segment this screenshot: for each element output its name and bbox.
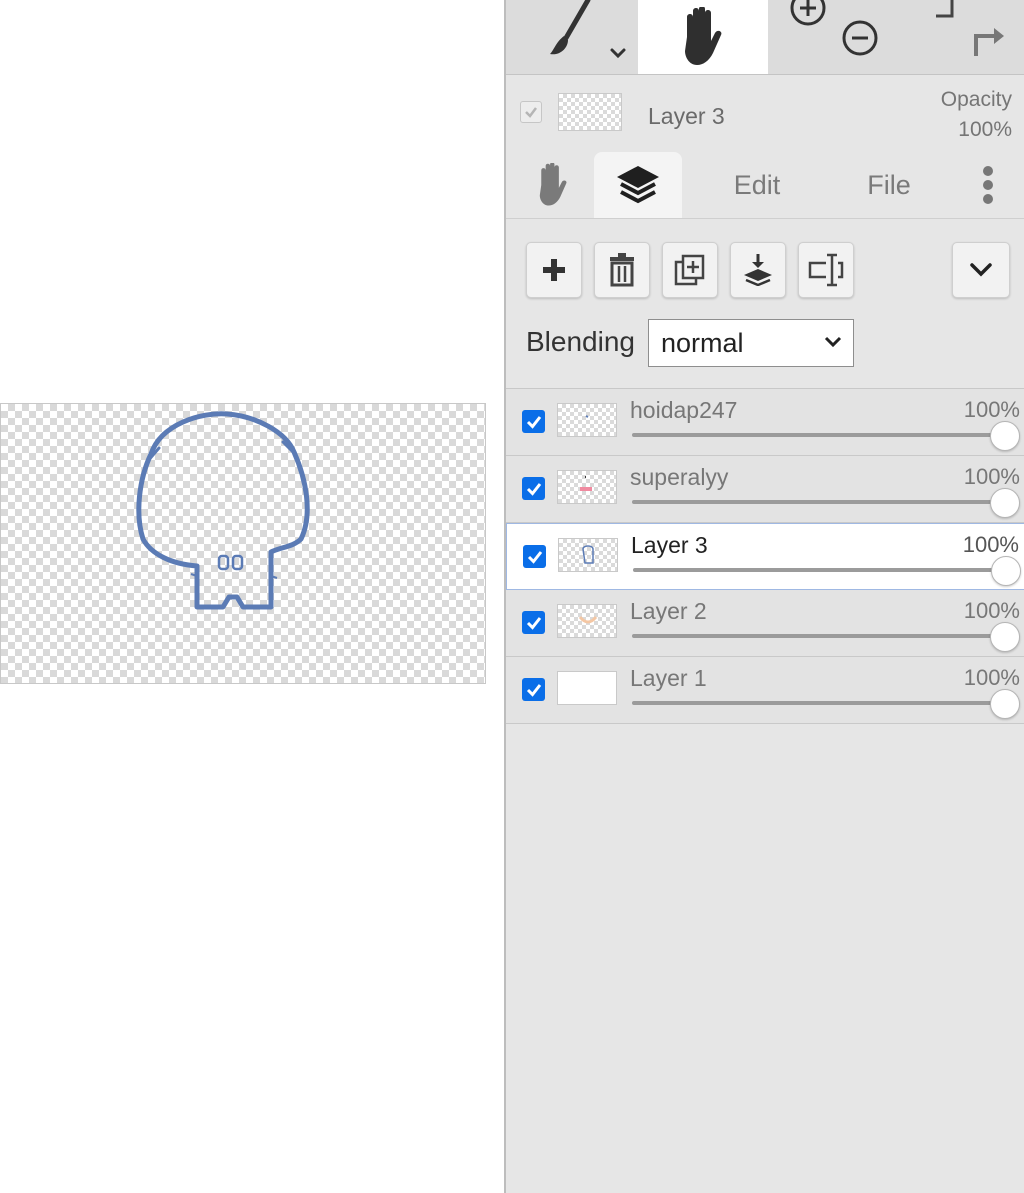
layer-opacity-slider[interactable]	[633, 568, 1005, 572]
collapse-layer-options-button[interactable]	[952, 242, 1010, 298]
layer-visibility-checkbox[interactable]	[522, 611, 545, 634]
rename-layer-button[interactable]	[798, 242, 854, 298]
layer-opacity-slider-handle[interactable]	[991, 556, 1021, 586]
layer-list: hoidap247 100% superalyy 100% Layer 3 100% Lay…	[506, 388, 1024, 724]
layer-visibility-checkbox[interactable]	[522, 410, 545, 433]
current-layer-bar: Layer 3 Opacity 100%	[506, 75, 1024, 153]
layer-opacity-value: 100%	[963, 665, 1020, 690]
blending-label: Blending	[526, 326, 635, 357]
check-icon	[526, 683, 541, 697]
layer-opacity-slider-handle[interactable]	[990, 421, 1020, 451]
add-layer-button[interactable]	[526, 242, 582, 298]
current-layer-thumbnail	[558, 93, 622, 131]
layer-row[interactable]: superalyy 100%	[506, 456, 1024, 523]
hand-icon	[685, 7, 722, 65]
layer-opacity-slider[interactable]	[632, 634, 1004, 638]
rename-layer-icon	[808, 253, 844, 287]
tab-edit[interactable]: Edit	[702, 152, 812, 218]
layer-opacity-slider[interactable]	[632, 701, 1004, 705]
layers-icon	[617, 166, 659, 204]
canvas-area[interactable]	[0, 0, 504, 1193]
layer-name[interactable]: Layer 1	[630, 665, 707, 692]
more-vertical-icon	[983, 166, 993, 204]
check-icon	[527, 550, 542, 564]
layer-thumbnail	[557, 671, 617, 705]
delete-layer-button[interactable]	[594, 242, 650, 298]
hand-tool-button[interactable]	[638, 0, 768, 74]
chevron-down-icon	[824, 336, 842, 348]
layer-visibility-checkbox[interactable]	[523, 545, 546, 568]
duplicate-layer-icon	[674, 254, 705, 286]
layer-opacity-slider[interactable]	[632, 433, 1004, 437]
layer-thumbnail	[558, 538, 618, 572]
opacity-value: 100%	[958, 118, 1012, 141]
tab-layers[interactable]	[594, 152, 682, 218]
hand-icon	[539, 163, 567, 206]
more-menu-button[interactable]	[968, 152, 1008, 218]
add-layer-icon	[543, 259, 565, 281]
current-layer-visibility-checkbox[interactable]	[520, 101, 542, 123]
layer-thumbnail	[557, 403, 617, 437]
layer-visibility-checkbox[interactable]	[522, 678, 545, 701]
opacity-label: Opacity	[940, 88, 1012, 111]
layer-row[interactable]: hoidap247 100%	[506, 389, 1024, 456]
layer-opacity-value: 100%	[963, 397, 1020, 422]
merge-down-icon	[744, 254, 772, 286]
layer-opacity-value: 100%	[962, 532, 1019, 557]
right-panel: Layer 3 Opacity 100% Edit File Blending …	[504, 0, 1024, 1193]
check-icon	[526, 415, 541, 429]
layer-opacity-slider-handle[interactable]	[990, 689, 1020, 719]
current-layer-opacity[interactable]: Opacity 100%	[941, 85, 1012, 145]
layer-thumbnail	[557, 470, 617, 504]
blending-value: normal	[661, 327, 744, 358]
brush-icon	[550, 0, 626, 59]
tab-hand[interactable]	[518, 152, 588, 218]
check-icon	[525, 107, 537, 118]
check-icon	[526, 482, 541, 496]
duplicate-layer-button[interactable]	[662, 242, 718, 298]
mushroom-drawing	[136, 411, 310, 610]
layer-row[interactable]: Layer 1 100%	[506, 657, 1024, 724]
layer-name[interactable]: hoidap247	[630, 397, 737, 424]
layer-opacity-slider-handle[interactable]	[990, 622, 1020, 652]
layer-name[interactable]: superalyy	[630, 464, 728, 491]
zoom-in-out-icon	[790, 0, 878, 56]
brush-tool-button[interactable]	[526, 0, 638, 74]
current-layer-name: Layer 3	[648, 103, 725, 129]
layer-thumbnail	[557, 604, 617, 638]
layer-opacity-slider-handle[interactable]	[990, 488, 1020, 518]
layer-row[interactable]: Layer 3 100%	[506, 523, 1024, 590]
drawing-canvas[interactable]	[0, 403, 486, 684]
layer-opacity-slider[interactable]	[632, 500, 1004, 504]
layer-row[interactable]: Layer 2 100%	[506, 590, 1024, 657]
undo-redo-icon	[936, 0, 1004, 56]
layer-name[interactable]: Layer 2	[630, 598, 707, 625]
undo-redo-button[interactable]	[906, 0, 1024, 74]
layer-name[interactable]: Layer 3	[631, 532, 708, 559]
toolbar	[506, 0, 1024, 75]
layer-opacity-value: 100%	[963, 464, 1020, 489]
panel-tabs: Edit File	[506, 152, 1024, 219]
chevron-down-icon	[970, 263, 992, 277]
tab-file[interactable]: File	[834, 152, 944, 218]
delete-layer-icon	[610, 253, 634, 287]
layer-visibility-checkbox[interactable]	[522, 477, 545, 500]
zoom-tool-button[interactable]	[768, 0, 888, 74]
layer-opacity-value: 100%	[963, 598, 1020, 623]
merge-down-button[interactable]	[730, 242, 786, 298]
check-icon	[526, 616, 541, 630]
blending-select[interactable]: normal	[648, 319, 854, 367]
